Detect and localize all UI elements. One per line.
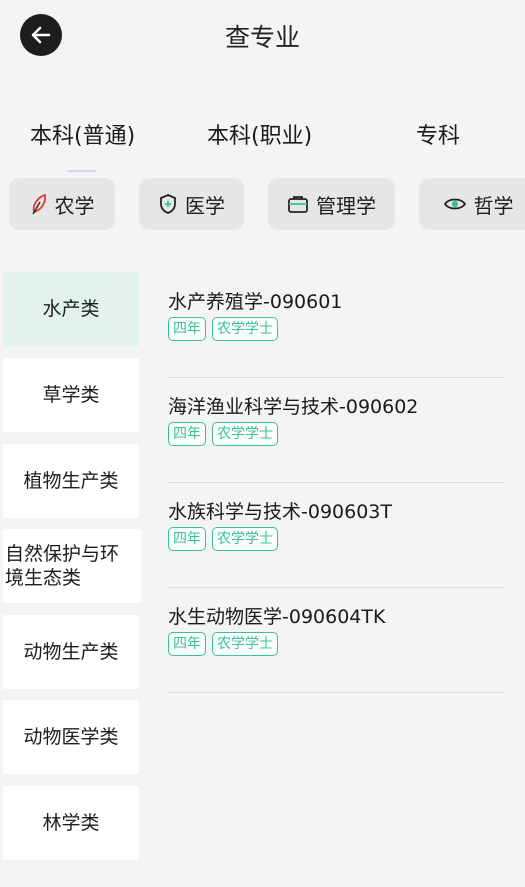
degree-tag: 农学学士 <box>212 422 278 446</box>
category-chips: 农学 医学 管理学 哲学 <box>0 178 525 232</box>
sidebar-item-label: 水产类 <box>42 298 100 320</box>
major-name: 水生动物医学-090604TK <box>168 606 386 628</box>
chip-label: 哲学 <box>473 193 514 218</box>
chip-management[interactable]: 管理学 <box>268 178 395 230</box>
major-name: 水产养殖学-090601 <box>168 291 343 313</box>
tab-associate[interactable]: 专科 <box>416 118 460 150</box>
header: 查专业 <box>0 0 525 72</box>
sidebar-item-label: 动物生产类 <box>23 641 119 663</box>
degree-tag: 农学学士 <box>212 527 278 551</box>
chip-medicine[interactable]: 医学 <box>139 178 244 230</box>
chip-label: 农学 <box>54 193 95 218</box>
duration-tag: 四年 <box>168 317 206 341</box>
sidebar-item-label: 自然保护与环境生态类 <box>5 543 120 589</box>
briefcase-icon <box>288 196 308 213</box>
major-name: 海洋渔业科学与技术-090602 <box>168 396 419 418</box>
sidebar-item-plant-production[interactable]: 植物生产类 <box>3 444 139 518</box>
sidebar-item-label: 动物医学类 <box>23 726 119 748</box>
tab-undergrad-general[interactable]: 本科(普通) <box>30 118 135 150</box>
leaf-icon <box>31 193 46 215</box>
duration-tag: 四年 <box>168 632 206 656</box>
degree-tabs: 本科(普通) 本科(职业) 专科 <box>0 118 525 158</box>
major-item[interactable]: 海洋渔业科学与技术-090602 四年 农学学士 <box>168 377 504 483</box>
chip-agriculture[interactable]: 农学 <box>9 178 115 230</box>
eye-icon <box>443 198 466 210</box>
chip-label: 医学 <box>185 193 225 218</box>
sidebar-item-nature-conservation[interactable]: 自然保护与环境生态类 <box>3 529 141 603</box>
duration-tag: 四年 <box>168 422 206 446</box>
shield-plus-icon <box>160 194 176 214</box>
sidebar-item-aquaculture[interactable]: 水产类 <box>3 272 139 346</box>
major-item[interactable]: 水族科学与技术-090603T 四年 农学学士 <box>168 482 504 588</box>
sidebar-item-forestry[interactable]: 林学类 <box>3 786 139 860</box>
tab-indicator <box>68 170 96 172</box>
sidebar-item-veterinary[interactable]: 动物医学类 <box>3 700 139 774</box>
sidebar-item-animal-production[interactable]: 动物生产类 <box>3 615 139 689</box>
sidebar-item-grass[interactable]: 草学类 <box>3 358 139 432</box>
sidebar-item-label: 林学类 <box>42 812 100 834</box>
chip-label: 管理学 <box>316 193 376 218</box>
chip-philosophy[interactable]: 哲学 <box>419 178 525 230</box>
duration-tag: 四年 <box>168 527 206 551</box>
major-item[interactable]: 水生动物医学-090604TK 四年 农学学士 <box>168 587 504 693</box>
page-title: 查专业 <box>224 23 300 52</box>
sidebar-item-label: 植物生产类 <box>23 470 119 492</box>
degree-tag: 农学学士 <box>212 317 278 341</box>
degree-tag: 农学学士 <box>212 632 278 656</box>
sidebar-item-label: 草学类 <box>42 384 100 406</box>
tab-undergrad-vocational[interactable]: 本科(职业) <box>207 118 312 150</box>
major-item[interactable]: 水产养殖学-090601 四年 农学学士 <box>168 272 504 378</box>
major-name: 水族科学与技术-090603T <box>168 501 392 523</box>
